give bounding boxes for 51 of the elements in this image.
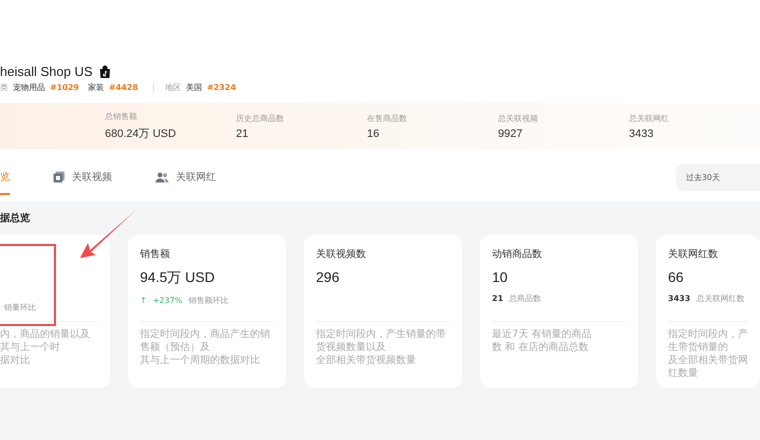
stat-value: 9927 <box>498 128 524 140</box>
card-description: 指定时间段内，产生带货销量的 <box>668 328 748 354</box>
total-value: 3433 <box>668 294 690 303</box>
card-title: 销售额 <box>140 248 171 261</box>
stat-label: 在售商品数 <box>367 112 408 124</box>
card-title: 关联视频数 <box>316 248 367 261</box>
region-label: 地区 <box>164 82 181 93</box>
card-description: 指定时间段内，产生销量的带货视频数量以及 <box>316 328 447 354</box>
category-name: 家装 <box>88 82 104 93</box>
category-rank: #1029 <box>50 83 79 92</box>
card-value: 94.5万 USD <box>140 269 216 287</box>
total-label: 总商品数 <box>509 293 542 304</box>
stat-label: 总关联视频 <box>498 112 539 124</box>
card-description: 内，商品的销量以及其与上一个时 <box>0 328 91 354</box>
card-description: 其与上一个周期的数据对比 <box>140 354 261 367</box>
card-title: 动销商品数 <box>492 248 543 261</box>
region-rank: #2324 <box>206 83 236 92</box>
card-description: 全部相关带货视频数量 <box>316 354 417 367</box>
category-rank: #4428 <box>108 83 138 92</box>
card-description: 及全部相关带货网红数量 <box>668 354 748 380</box>
stat-value: 21 <box>236 128 250 140</box>
video-icon <box>53 171 65 183</box>
stat-value: 3433 <box>629 128 654 140</box>
people-icon <box>155 172 169 182</box>
shop-name: heisall Shop US <box>0 64 92 79</box>
stat-value: 680.24万 USD <box>105 127 177 141</box>
category-name: 宠物用品 <box>13 82 45 93</box>
card-value: 296 <box>316 269 340 285</box>
card-value: 66 <box>668 269 685 285</box>
card-description: 指定时间段内，商品产生的销售额（预估）及 <box>140 328 271 354</box>
stat-label: 历史总商品数 <box>236 112 285 124</box>
card-description: 据对比 <box>0 354 31 367</box>
stat-label: 总销售额 <box>105 111 138 122</box>
compare-label: 销售额环比 <box>188 295 228 306</box>
category-label: 类 <box>0 82 8 93</box>
change-value: +237% <box>152 296 182 305</box>
compare-label: 销量环比 <box>4 302 36 313</box>
total-label: 总关联网红数 <box>696 293 744 304</box>
card-value: 10 <box>492 269 509 285</box>
tab[interactable]: 关联视频 <box>53 162 112 194</box>
stat-value: 16 <box>367 128 380 140</box>
stat-label: 总关联网红 <box>629 112 670 124</box>
card-title: 关联网红数 <box>668 248 719 261</box>
section-title: 据总览 <box>0 212 31 225</box>
total-value: 21 <box>492 294 504 303</box>
up-arrow: ↑ <box>140 296 147 305</box>
shopping-bag-icon <box>98 65 110 78</box>
period-select[interactable]: 过去30天 <box>676 164 760 190</box>
region-name: 美国 <box>186 82 202 93</box>
card-description: 最近7天 有销量的商品数 和 在店的商品总数 <box>492 328 593 354</box>
tab[interactable]: 关联网红 <box>155 162 216 194</box>
